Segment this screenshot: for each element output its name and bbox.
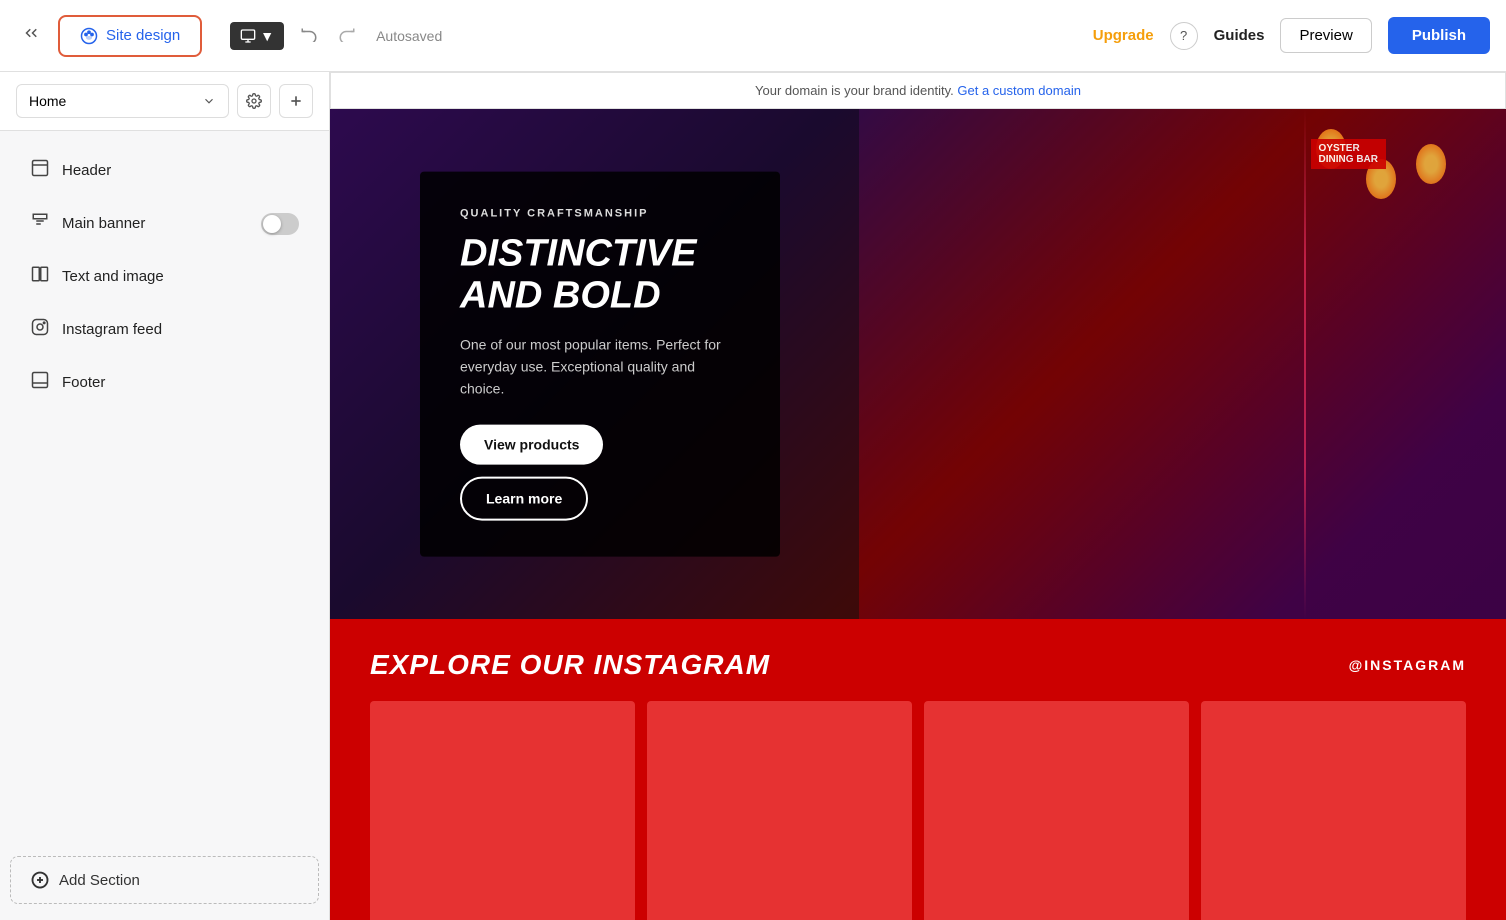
guides-button[interactable]: Guides: [1214, 27, 1265, 44]
text-and-image-section-label: Text and image: [62, 268, 299, 285]
footer-section-icon: [30, 371, 50, 394]
preview-inner: Your domain is your brand identity. Get …: [330, 72, 1506, 920]
add-page-button[interactable]: [279, 84, 313, 118]
sidebar-item-header[interactable]: Header: [10, 145, 319, 196]
undo-button[interactable]: [292, 18, 326, 53]
preview-area[interactable]: Your domain is your brand identity. Get …: [330, 72, 1506, 920]
instagram-feed-section-label: Instagram feed: [62, 321, 299, 338]
hero-buttons: View products Learn more: [460, 424, 740, 520]
sidebar-header: Home: [0, 72, 329, 131]
instagram-feed-section-icon: [30, 318, 50, 341]
redo-button[interactable]: [330, 18, 364, 53]
device-selector[interactable]: ▼: [230, 22, 284, 50]
toolbar-mid: ▼ Autosaved: [214, 18, 1081, 53]
instagram-grid: [370, 701, 1466, 920]
instagram-section-header: EXPLORE OUR INSTAGRAM @INSTAGRAM: [370, 649, 1466, 681]
main-banner-section-icon: [30, 212, 50, 235]
undo-icon: [300, 24, 318, 42]
device-arrow: ▼: [260, 28, 274, 44]
domain-banner: Your domain is your brand identity. Get …: [330, 72, 1506, 109]
toolbar-left: Site design: [16, 15, 202, 57]
gear-icon: [246, 93, 262, 109]
view-products-button[interactable]: View products: [460, 424, 603, 464]
page-selector[interactable]: Home: [16, 84, 229, 118]
chevron-down-icon: [202, 94, 216, 108]
hero-street-sign: OYSTERDINING BAR: [1311, 139, 1386, 169]
upgrade-link[interactable]: Upgrade: [1093, 27, 1154, 44]
instagram-thumb-2[interactable]: [647, 701, 912, 920]
help-button[interactable]: ?: [1170, 22, 1198, 50]
sidebar-item-main-banner[interactable]: Main banner: [10, 198, 319, 249]
hero-subtitle: QUALITY CRAFTSMANSHIP: [460, 208, 740, 220]
preview-button[interactable]: Preview: [1280, 18, 1371, 53]
instagram-thumb-1[interactable]: [370, 701, 635, 920]
sidebar-item-instagram-feed[interactable]: Instagram feed: [10, 304, 319, 355]
add-section-button[interactable]: Add Section: [10, 856, 319, 904]
main-banner-toggle[interactable]: [261, 213, 299, 235]
instagram-thumb-3[interactable]: [924, 701, 1189, 920]
header-section-label: Header: [62, 162, 299, 179]
lantern-3: [1416, 144, 1446, 184]
site-design-button[interactable]: Site design: [58, 15, 202, 57]
domain-banner-text: Your domain is your brand identity.: [755, 83, 954, 98]
plus-circle-icon: [31, 871, 49, 889]
instagram-thumb-4[interactable]: [1201, 701, 1466, 920]
learn-more-button[interactable]: Learn more: [460, 476, 588, 520]
footer-section-label: Footer: [62, 374, 299, 391]
page-label: Home: [29, 93, 66, 109]
instagram-section: EXPLORE OUR INSTAGRAM @INSTAGRAM: [330, 619, 1506, 920]
sidebar: Home: [0, 72, 330, 920]
palette-icon: [80, 27, 98, 45]
hero-description: One of our most popular items. Perfect f…: [460, 333, 740, 400]
text-and-image-section-icon: [30, 265, 50, 288]
sidebar-sections: Header Main banner: [0, 131, 329, 848]
header-section-icon: [30, 159, 50, 182]
redo-icon: [338, 24, 356, 42]
page-settings-button[interactable]: [237, 84, 271, 118]
collapse-sidebar-button[interactable]: [16, 18, 46, 53]
toolbar-right: Upgrade ? Guides Preview Publish: [1093, 17, 1490, 54]
autosaved-status: Autosaved: [376, 28, 442, 44]
sidebar-item-footer[interactable]: Footer: [10, 357, 319, 408]
monitor-icon: [240, 28, 256, 44]
main-banner-section-label: Main banner: [62, 215, 249, 232]
toolbar: Site design ▼ Auto: [0, 0, 1506, 72]
hero-section: OYSTERDINING BAR QUALITY CRAFTSMANSHIP D…: [330, 109, 1506, 619]
hero-content-box: QUALITY CRAFTSMANSHIP DISTINCTIVE AND BO…: [420, 172, 780, 557]
hero-glow-line: [1304, 109, 1306, 619]
sidebar-item-text-and-image[interactable]: Text and image: [10, 251, 319, 302]
site-design-label: Site design: [106, 27, 180, 44]
add-section-label: Add Section: [59, 872, 140, 889]
plus-icon: [288, 93, 304, 109]
instagram-section-title: EXPLORE OUR INSTAGRAM: [370, 649, 770, 681]
sidebar-header-icons: [237, 84, 313, 118]
main-layout: Home: [0, 72, 1506, 920]
undo-redo-group: [292, 18, 364, 53]
toggle-knob: [263, 215, 281, 233]
get-custom-domain-link[interactable]: Get a custom domain: [957, 83, 1081, 98]
instagram-handle: @INSTAGRAM: [1349, 657, 1466, 673]
publish-button[interactable]: Publish: [1388, 17, 1490, 54]
hero-title: DISTINCTIVE AND BOLD: [460, 234, 740, 318]
